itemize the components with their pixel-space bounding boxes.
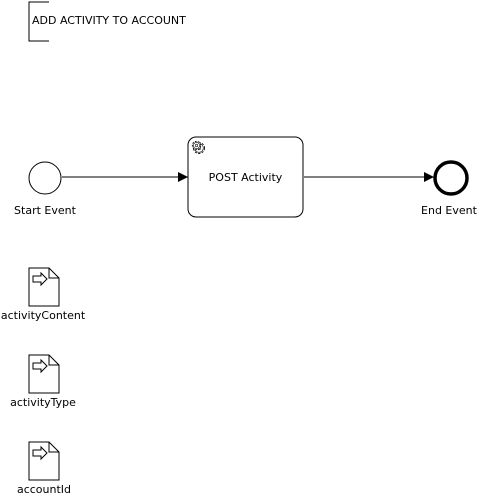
task-label: POST Activity — [209, 171, 283, 184]
annotation-text: ADD ACTIVITY TO ACCOUNT — [32, 14, 186, 27]
data-input-account-id[interactable]: accountId — [17, 441, 71, 496]
data-input-label: accountId — [17, 483, 71, 496]
end-event[interactable]: End Event — [421, 160, 478, 217]
start-event[interactable]: Start Event — [14, 161, 77, 217]
data-object-shape — [28, 354, 60, 394]
service-task-post-activity[interactable]: POST Activity — [187, 136, 304, 218]
data-input-activity-content[interactable]: activityContent — [1, 267, 86, 322]
data-object-shape — [28, 441, 60, 481]
data-input-label: activityContent — [1, 309, 86, 322]
end-event-label: End Event — [421, 204, 478, 217]
data-input-activity-type[interactable]: activityType — [10, 354, 76, 409]
bpmn-diagram: ADD ACTIVITY TO ACCOUNT Start Event POST… — [1, 1, 478, 496]
data-input-label: activityType — [10, 396, 76, 409]
start-event-circle — [28, 161, 62, 195]
end-event-circle — [433, 160, 469, 196]
start-event-label: Start Event — [14, 204, 77, 217]
data-object-shape — [28, 267, 60, 307]
text-annotation[interactable]: ADD ACTIVITY TO ACCOUNT — [28, 1, 186, 42]
